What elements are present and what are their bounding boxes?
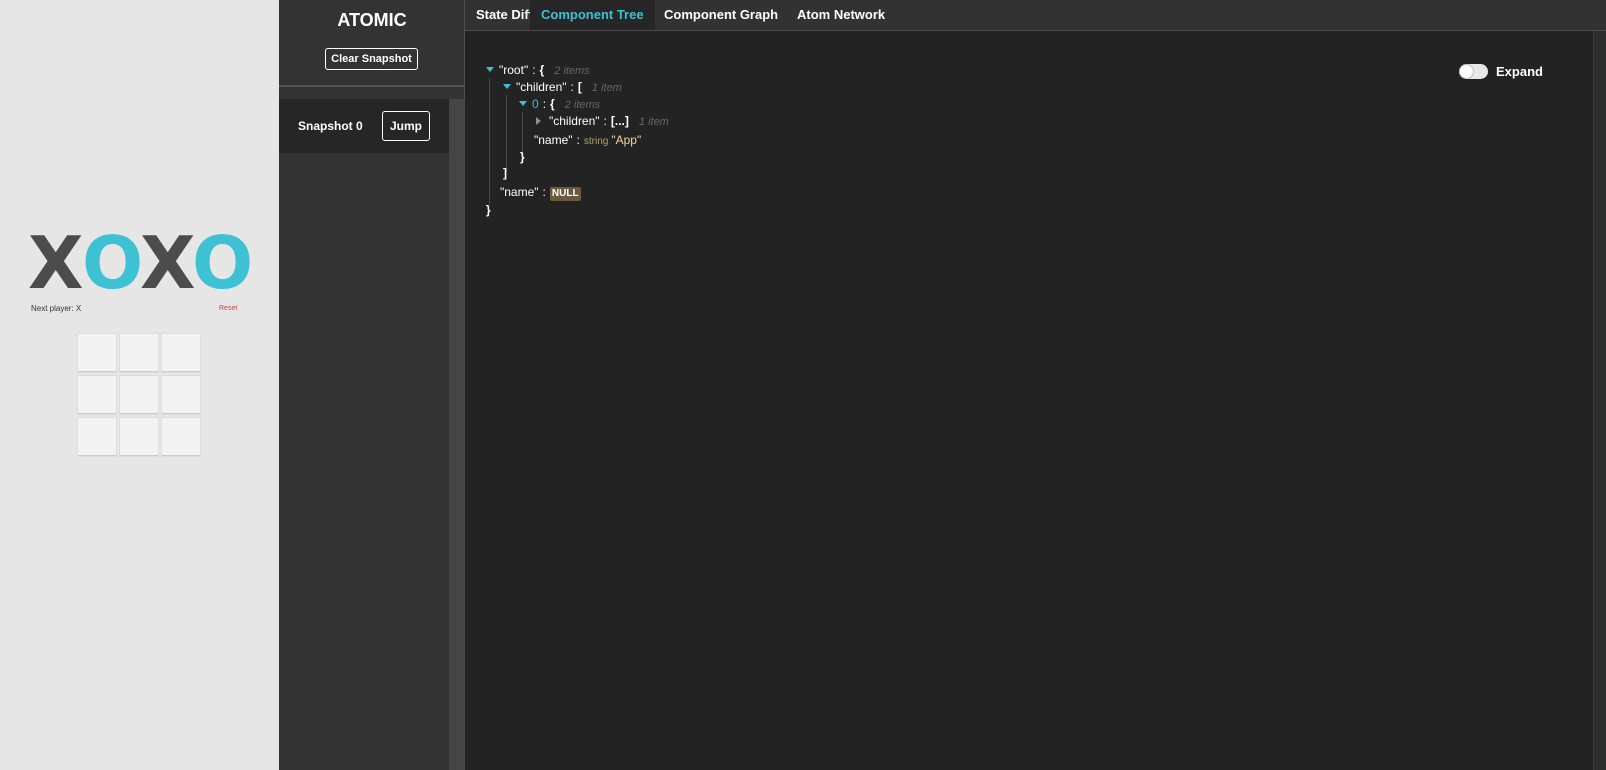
board-cell[interactable] — [77, 375, 117, 415]
tree-colon: : — [542, 185, 546, 199]
board-cell[interactable] — [119, 375, 159, 415]
tree-key: "name" — [500, 185, 539, 199]
tree-brace: { — [539, 63, 545, 77]
board-cell[interactable] — [77, 333, 117, 373]
tree-brace: { — [550, 97, 555, 111]
logo-letter-o: O — [82, 221, 143, 305]
tree-key: "children" — [549, 114, 600, 128]
tree-node-nested-children: "children": [...] 1 item — [536, 114, 669, 130]
snapshot-label: Snapshot 0 — [298, 119, 363, 133]
expand-label: Expand — [1496, 64, 1543, 79]
tree-node-root-name: "name": NULL — [500, 185, 581, 201]
tree-index: 0 — [532, 97, 539, 111]
null-badge: NULL — [549, 187, 581, 201]
tree-indent-guide — [489, 78, 490, 205]
snapshot-sidebar: ATOMIC Clear Snapshot Snapshot 0 Jump — [279, 0, 465, 770]
tree-item-count: 1 item — [591, 82, 622, 94]
main-scrollbar[interactable] — [1593, 31, 1606, 770]
tree-colon: : — [576, 133, 580, 147]
sidebar-divider — [279, 85, 465, 87]
toggle-track[interactable] — [1459, 64, 1488, 79]
tree-colon: : — [603, 114, 607, 128]
toggle-knob — [1460, 65, 1473, 78]
tree-indent-guide — [506, 95, 507, 172]
collapse-caret-icon[interactable] — [519, 101, 527, 106]
tree-node-children: "children":[1 item — [503, 80, 622, 96]
tree-indent-guide — [522, 112, 523, 155]
tree-item-count: 2 items — [564, 99, 601, 111]
logo-letter-x: X — [140, 221, 195, 305]
tree-brace: } — [486, 203, 491, 217]
collapse-caret-icon[interactable] — [503, 84, 511, 89]
tree-value-type: string — [583, 136, 609, 147]
tree-colon: : — [542, 97, 547, 111]
main-panel: State Diff Component Tree Component Grap… — [465, 0, 1606, 770]
tree-item-count: 1 item — [638, 116, 669, 128]
brand-title: ATOMIC — [337, 10, 407, 30]
tree-node-root: "root":{2 items — [486, 63, 590, 79]
xoxo-logo: X O X O — [28, 221, 253, 305]
app-preview-pane: X O X O Next player: X Reset — [0, 0, 279, 770]
board-cell[interactable] — [161, 375, 201, 415]
board-cell[interactable] — [119, 417, 159, 457]
tree-colon: : — [532, 63, 536, 77]
reset-link[interactable]: Reset — [219, 305, 237, 312]
board-cell[interactable] — [77, 417, 117, 457]
logo-letter-o: O — [192, 221, 253, 305]
tree-key: "name" — [534, 133, 573, 147]
tree-item-count: 2 items — [554, 65, 590, 77]
board-cell[interactable] — [119, 333, 159, 373]
snapshot-list-item[interactable]: Snapshot 0 Jump — [279, 99, 449, 153]
tree-string-value: "App" — [611, 133, 642, 147]
expand-toggle[interactable]: Expand — [1459, 64, 1549, 80]
next-player-status: Next player: X — [31, 304, 82, 313]
tree-node-index-0: 0:{2 items — [519, 97, 600, 113]
tree-node-inner-name: "name": string "App" — [534, 133, 641, 149]
logo-letter-x: X — [28, 221, 83, 305]
tree-brace: } — [520, 150, 525, 164]
collapsed-array[interactable]: [...] — [611, 114, 629, 128]
tree-key: "children" — [516, 80, 567, 94]
tree-brace: ] — [503, 166, 507, 180]
tree-key: "root" — [499, 63, 529, 77]
sidebar-scrollbar[interactable] — [449, 99, 465, 770]
jump-button[interactable]: Jump — [382, 111, 430, 141]
expand-caret-icon[interactable] — [536, 117, 541, 125]
tree-brace: [ — [577, 80, 582, 94]
json-tree: "root":{2 items "children":[1 item 0:{2 … — [465, 0, 1365, 300]
tree-colon: : — [570, 80, 574, 94]
game-board — [77, 333, 202, 458]
collapse-caret-icon[interactable] — [486, 67, 494, 72]
clear-snapshot-button[interactable]: Clear Snapshot — [325, 48, 418, 70]
board-cell[interactable] — [161, 333, 201, 373]
board-cell[interactable] — [161, 417, 201, 457]
